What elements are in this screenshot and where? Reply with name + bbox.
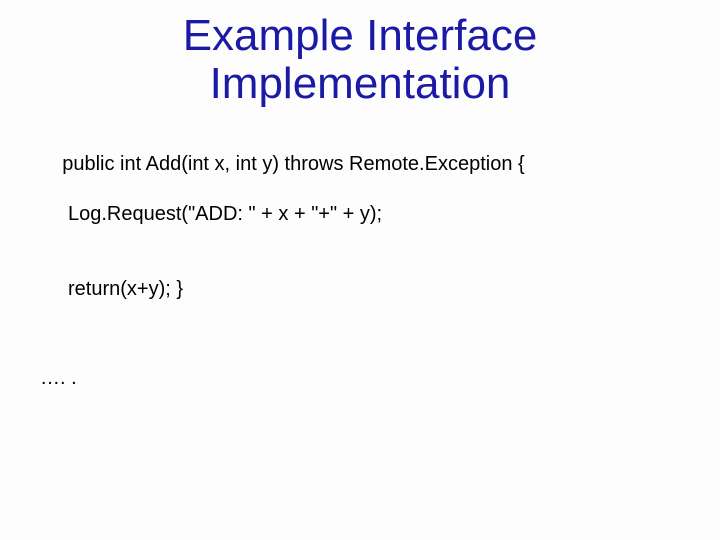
code-ellipsis: …. . [40,366,680,391]
title-line-1: Example Interface [183,11,538,60]
code-line-1: public int Add(int x, int y) throws Remo… [62,153,524,175]
slide-title: Example Interface Implementation [40,12,680,109]
code-line-3: return(x+y); } [40,277,680,302]
slide: Example Interface Implementation public … [0,0,720,540]
code-block: public int Add(int x, int y) throws Remo… [40,127,680,441]
title-line-2: Implementation [210,59,511,108]
code-line-2: Log.Request("ADD: " + x + "+" + y); [40,202,680,227]
